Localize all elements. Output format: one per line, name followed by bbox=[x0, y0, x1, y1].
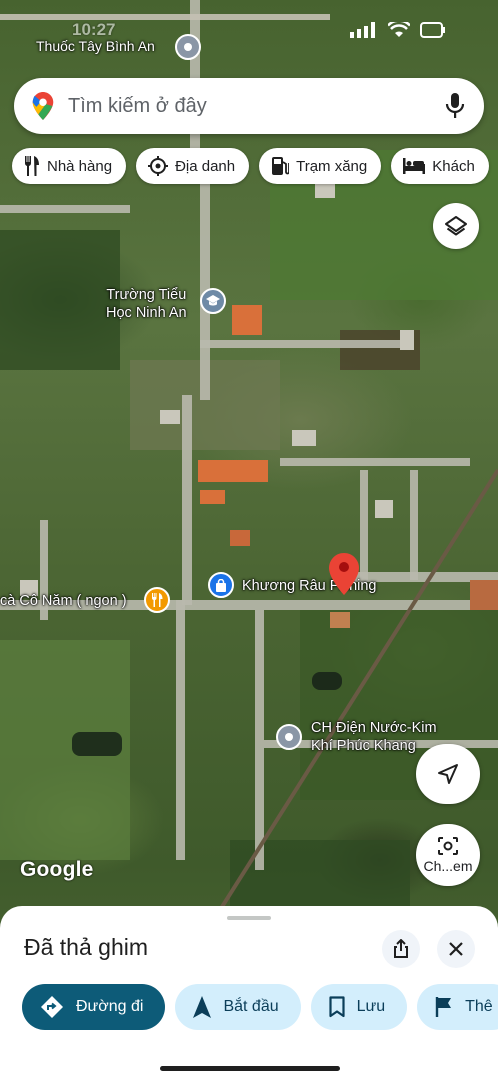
building bbox=[160, 410, 180, 424]
map-label-line: CH Điện Nước-Kim bbox=[311, 720, 437, 736]
share-icon bbox=[394, 939, 408, 958]
building bbox=[232, 305, 262, 335]
lens-label: Ch...em bbox=[423, 858, 473, 874]
bottom-sheet: Đã thả ghim Đường đi Bắt đầu Lưu Thê bbox=[0, 906, 498, 1080]
search-bar[interactable]: Tìm kiếm ở đây bbox=[14, 78, 484, 134]
place-pin-icon[interactable] bbox=[175, 34, 201, 60]
gas-station-icon bbox=[272, 157, 290, 175]
building bbox=[375, 500, 393, 518]
search-input[interactable]: Tìm kiếm ở đây bbox=[68, 95, 444, 118]
action-buttons: Đường đi Bắt đầu Lưu Thê bbox=[22, 984, 498, 1030]
camera-lens-icon bbox=[438, 837, 458, 855]
building bbox=[292, 430, 316, 446]
flag-button[interactable]: Thê bbox=[417, 984, 498, 1030]
lens-search-button[interactable]: Ch...em bbox=[416, 824, 480, 886]
place-pin-icon[interactable] bbox=[276, 724, 302, 750]
save-button[interactable]: Lưu bbox=[310, 984, 408, 1030]
status-time: 10:27 bbox=[72, 20, 116, 39]
pond bbox=[312, 672, 342, 690]
pin-dot bbox=[285, 733, 293, 741]
flag-label: Thê bbox=[465, 998, 493, 1015]
bed-icon bbox=[403, 158, 426, 174]
sheet-drag-handle[interactable] bbox=[227, 916, 271, 920]
building bbox=[470, 580, 498, 610]
school-pin-icon[interactable] bbox=[200, 288, 226, 314]
place-label-pharmacy[interactable]: Thuốc Tây Bình An bbox=[36, 38, 155, 54]
map-label-hardware-store[interactable]: CH Điện Nước-Kim Khí Phúc Khang bbox=[311, 719, 437, 755]
sheet-title: Đã thả ghim bbox=[24, 934, 149, 960]
chip-label: Khách bbox=[432, 157, 475, 175]
building bbox=[400, 330, 414, 350]
building bbox=[230, 530, 250, 546]
graduation-cap-icon bbox=[206, 295, 220, 306]
chip-landmarks[interactable]: Địa danh bbox=[136, 148, 250, 184]
building bbox=[198, 460, 268, 482]
flag-icon bbox=[435, 997, 452, 1017]
fork-knife-icon bbox=[151, 593, 163, 607]
wifi-icon bbox=[388, 22, 410, 37]
chip-hotels[interactable]: Khách bbox=[391, 148, 489, 184]
google-maps-logo-icon bbox=[32, 92, 54, 120]
chip-label: Địa danh bbox=[175, 157, 236, 175]
shopping-bag-icon bbox=[216, 578, 226, 592]
google-logo: Google bbox=[20, 858, 94, 881]
fork-knife-icon bbox=[24, 156, 39, 176]
bookmark-icon bbox=[329, 996, 345, 1018]
home-indicator[interactable] bbox=[160, 1066, 340, 1071]
building bbox=[200, 490, 225, 504]
status-icons bbox=[350, 22, 446, 38]
chip-label: Nhà hàng bbox=[47, 157, 113, 175]
directions-label: Đường đi bbox=[76, 998, 144, 1015]
map-label-restaurant[interactable]: cà Cô Năm ( ngon ) bbox=[0, 592, 127, 610]
microphone-icon[interactable] bbox=[444, 92, 466, 120]
restaurant-pin-icon[interactable] bbox=[144, 587, 170, 613]
map-label-line: Khí Phúc Khang bbox=[311, 738, 416, 754]
close-button[interactable] bbox=[437, 930, 475, 968]
save-label: Lưu bbox=[356, 998, 386, 1015]
shopping-pin-icon[interactable] bbox=[208, 572, 234, 598]
cellular-signal-icon bbox=[350, 22, 375, 38]
pond bbox=[72, 732, 122, 756]
landmark-icon bbox=[148, 156, 169, 176]
start-button[interactable]: Bắt đầu bbox=[175, 984, 301, 1030]
directions-icon bbox=[41, 996, 63, 1018]
map-label-school[interactable]: Trường Tiểu Học Ninh An bbox=[106, 286, 187, 322]
start-label: Bắt đầu bbox=[223, 998, 279, 1015]
close-icon bbox=[449, 942, 463, 956]
category-chips: Nhà hàng Địa danh Trạm xăng Khách bbox=[12, 148, 489, 184]
building bbox=[330, 612, 350, 628]
my-location-button[interactable] bbox=[416, 744, 480, 804]
directions-button[interactable]: Đường đi bbox=[22, 984, 166, 1030]
share-button[interactable] bbox=[382, 930, 420, 968]
layers-icon bbox=[445, 216, 467, 236]
layers-button[interactable] bbox=[433, 203, 479, 249]
chip-label: Trạm xăng bbox=[296, 157, 368, 175]
chip-restaurants[interactable]: Nhà hàng bbox=[12, 148, 127, 184]
battery-icon bbox=[420, 22, 445, 38]
map-label-line: Học Ninh An bbox=[106, 305, 187, 321]
navigation-arrow-icon bbox=[438, 764, 458, 784]
dropped-pin-icon[interactable] bbox=[329, 553, 359, 595]
navigation-arrow-icon bbox=[193, 996, 212, 1018]
chip-gas-stations[interactable]: Trạm xăng bbox=[259, 148, 382, 184]
map-label-line: Trường Tiểu bbox=[106, 287, 187, 303]
